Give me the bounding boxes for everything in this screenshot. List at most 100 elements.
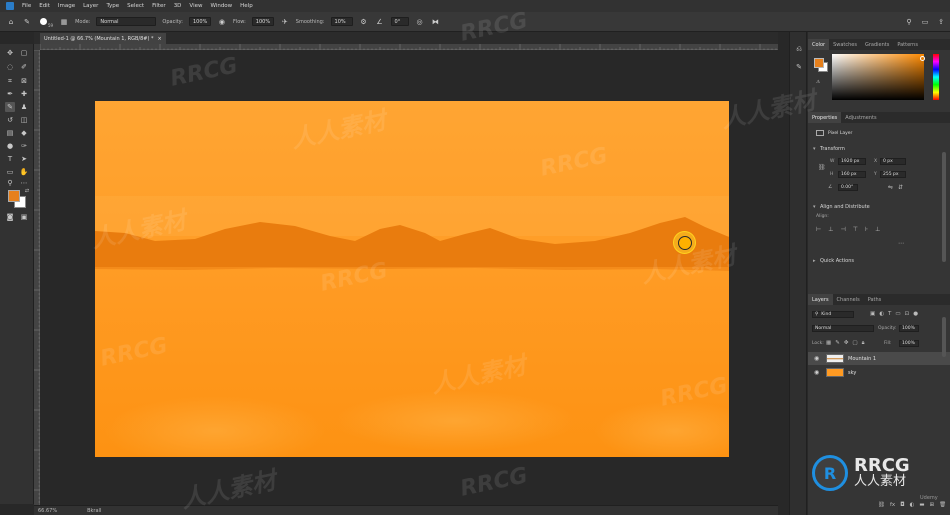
width-field[interactable]: 1920 px [838,158,866,165]
workspace-icon[interactable]: ▭ [920,17,930,27]
new-group-icon[interactable]: ▬ [919,502,924,508]
share-icon[interactable]: ⇪ [936,17,946,27]
align-right-icon[interactable]: ⊣ [840,226,845,233]
layer-filter-kind[interactable]: ⚲ Kind [812,311,854,318]
tab-layers[interactable]: Layers [808,294,833,305]
home-icon[interactable]: ⌂ [6,17,16,27]
menu-file[interactable]: File [22,3,31,9]
history-panel-icon[interactable]: ⎌ [794,44,804,54]
menu-3d[interactable]: 3D [174,3,182,9]
smoothing-field[interactable]: 10% [330,17,353,26]
pressure-size-icon[interactable]: ◎ [415,17,425,27]
more-options-icon[interactable]: ⋯ [898,240,904,247]
tab-properties[interactable]: Properties [808,112,842,123]
flip-vertical-icon[interactable]: ⇵ [898,184,903,191]
pressure-opacity-icon[interactable]: ◉ [217,17,227,27]
tab-swatches[interactable]: Swatches [829,39,861,50]
quick-select-tool-icon[interactable]: ✐ [19,62,29,72]
filter-pixel-icon[interactable]: ▣ [870,311,875,317]
search-icon[interactable]: ⚲ [904,17,914,27]
menu-edit[interactable]: Edit [39,3,50,9]
tab-color[interactable]: Color [808,39,830,50]
transform-section-title[interactable]: Transform [820,146,845,152]
align-left-icon[interactable]: ⊢ [816,226,821,233]
menu-filter[interactable]: Filter [152,3,166,9]
dodge-tool-icon[interactable]: ● [5,141,15,151]
swap-colors-icon[interactable]: ⇄ [22,186,32,196]
frame-tool-icon[interactable]: ⊠ [19,76,29,86]
quick-mask-icon[interactable]: ◙ [5,212,15,222]
link-icon[interactable]: ⛓ [818,164,826,171]
y-field[interactable]: 255 px [880,171,906,178]
link-layers-icon[interactable]: ⛓ [878,502,885,508]
crop-tool-icon[interactable]: ⌗ [5,76,15,86]
filter-toggle-icon[interactable]: ● [913,311,918,317]
menu-select[interactable]: Select [127,3,144,9]
menu-image[interactable]: Image [58,3,75,9]
chevron-down-icon[interactable]: ▾ [813,146,816,152]
lock-position-icon[interactable]: ✥ [844,340,849,347]
properties-scrollbar[interactable] [942,152,946,262]
height-field[interactable]: 160 px [838,171,866,178]
angle-field[interactable]: 0° [390,17,409,26]
layer-row-sky[interactable]: ◉ sky [808,366,950,379]
layers-scrollbar[interactable] [942,317,946,357]
brush-panel-icon[interactable]: ✎ [794,62,804,72]
pen-tool-icon[interactable]: ✑ [19,141,29,151]
menu-layer[interactable]: Layer [83,3,98,9]
color-picker-field[interactable] [832,54,924,100]
align-center-h-icon[interactable]: ⊥ [828,226,833,233]
layer-style-icon[interactable]: fx [890,502,895,508]
history-brush-tool-icon[interactable]: ↺ [5,115,15,125]
mode-select[interactable]: Normal [96,17,157,26]
filter-adjustment-icon[interactable]: ◐ [879,311,884,317]
x-field[interactable]: 0 px [880,158,906,165]
menu-window[interactable]: Window [210,3,232,9]
document-info[interactable]: Bkrall [87,508,101,514]
gear-icon[interactable]: ⚙ [359,17,369,27]
close-icon[interactable]: × [157,36,161,42]
lock-all-icon[interactable]: 🔒︎ [862,340,865,347]
lock-transparent-icon[interactable]: ▦ [826,340,831,347]
eyedropper-tool-icon[interactable]: ✒ [5,89,15,99]
hand-tool-icon[interactable]: ✋ [19,167,29,177]
opacity-field[interactable]: 100% [188,17,211,26]
tab-patterns[interactable]: Patterns [893,39,922,50]
lock-artboard-icon[interactable]: ▢ [852,340,857,347]
gradient-tool-icon[interactable]: ▤ [5,128,15,138]
layer-name[interactable]: sky [848,370,856,376]
move-tool-icon[interactable]: ✥ [5,48,15,58]
filter-smart-icon[interactable]: ⊡ [905,311,910,317]
layer-opacity-field[interactable]: 100% [899,325,919,332]
brush-settings-icon[interactable]: ▦ [59,17,69,27]
lock-image-icon[interactable]: ✎ [835,340,840,347]
chevron-right-icon[interactable]: ▸ [813,258,816,264]
align-bottom-icon[interactable]: ⊥ [875,226,880,233]
flow-field[interactable]: 100% [251,17,274,26]
flip-horizontal-icon[interactable]: ⇋ [888,184,893,191]
menu-type[interactable]: Type [106,3,119,9]
lasso-tool-icon[interactable]: ◌ [5,62,15,72]
filter-shape-icon[interactable]: ▭ [895,311,900,317]
tab-adjustments[interactable]: Adjustments [841,112,880,123]
foreground-color-swatch[interactable] [8,190,20,202]
zoom-tool-icon[interactable]: ⚲ [5,178,15,188]
filter-type-icon[interactable]: T [888,311,891,317]
stamp-tool-icon[interactable]: ♟ [19,102,29,112]
hue-slider[interactable] [933,54,939,100]
blend-mode-select[interactable]: Normal [812,325,874,332]
menu-help[interactable]: Help [240,3,253,9]
blur-tool-icon[interactable]: ◆ [19,128,29,138]
fill-field[interactable]: 100% [899,340,919,347]
tab-channels[interactable]: Channels [833,294,864,305]
chevron-down-icon[interactable]: ▾ [813,204,816,210]
brush-preset-picker[interactable] [38,17,48,27]
add-mask-icon[interactable]: ◘ [900,502,904,508]
tab-paths[interactable]: Paths [864,294,886,305]
document-tab[interactable]: Untitled-1 @ 66.7% (Mountain 1, RGB/8#) … [40,33,166,44]
eraser-tool-icon[interactable]: ◫ [19,115,29,125]
align-section-title[interactable]: Align and Distribute [820,204,870,210]
layer-row-mountain[interactable]: ◉ Mountain 1 [808,352,950,365]
align-middle-v-icon[interactable]: ⊦ [865,226,868,233]
app-logo-icon[interactable] [6,2,14,10]
